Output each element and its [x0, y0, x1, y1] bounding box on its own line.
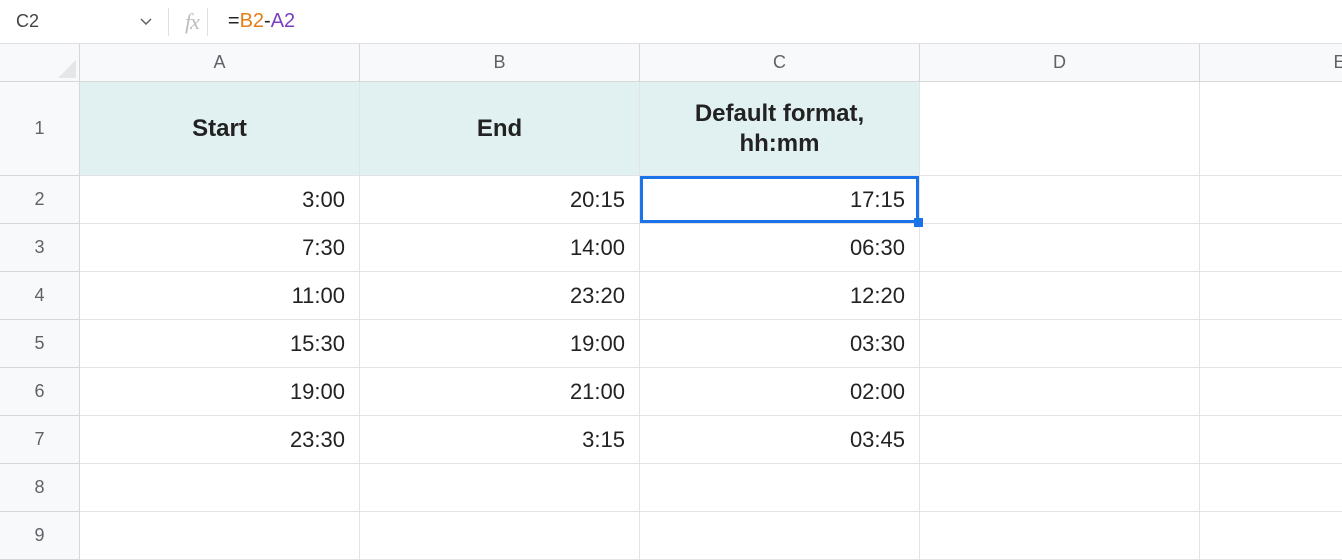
cell-d5[interactable] — [920, 320, 1200, 368]
cell-b3[interactable]: 14:00 — [360, 224, 640, 272]
row-header-1[interactable]: 1 — [0, 82, 80, 176]
cell-e8[interactable] — [1200, 464, 1342, 512]
cell-b6[interactable]: 21:00 — [360, 368, 640, 416]
cell-d2[interactable] — [920, 176, 1200, 224]
cell-d7[interactable] — [920, 416, 1200, 464]
row-header-6[interactable]: 6 — [0, 368, 80, 416]
name-box[interactable]: C2 — [12, 11, 160, 32]
row-header-8[interactable]: 8 — [0, 464, 80, 512]
formula-op: - — [264, 10, 271, 33]
cell-b8[interactable] — [360, 464, 640, 512]
cell-b9[interactable] — [360, 512, 640, 560]
cell-c9[interactable] — [640, 512, 920, 560]
cell-a5[interactable]: 15:30 — [80, 320, 360, 368]
cell-e3[interactable] — [1200, 224, 1342, 272]
formula-input[interactable]: =B2-A2 — [228, 10, 295, 33]
cell-e2[interactable] — [1200, 176, 1342, 224]
cell-d6[interactable] — [920, 368, 1200, 416]
col-header-c[interactable]: C — [640, 44, 920, 82]
col-header-a[interactable]: A — [80, 44, 360, 82]
formula-ref1: B2 — [240, 10, 264, 33]
formula-bar: C2 fx =B2-A2 — [0, 0, 1342, 44]
cell-c2-value: 17:15 — [850, 187, 905, 213]
row-header-2[interactable]: 2 — [0, 176, 80, 224]
cell-c7[interactable]: 03:45 — [640, 416, 920, 464]
cell-a2[interactable]: 3:00 — [80, 176, 360, 224]
cell-c5[interactable]: 03:30 — [640, 320, 920, 368]
col-header-b[interactable]: B — [360, 44, 640, 82]
divider — [207, 8, 208, 36]
cell-e9[interactable] — [1200, 512, 1342, 560]
cell-a6[interactable]: 19:00 — [80, 368, 360, 416]
cell-a7[interactable]: 23:30 — [80, 416, 360, 464]
cell-e5[interactable] — [1200, 320, 1342, 368]
formula-ref2: A2 — [271, 10, 295, 33]
cell-c2[interactable]: 17:15 — [640, 176, 920, 224]
select-all-corner[interactable] — [0, 44, 80, 82]
cell-e7[interactable] — [1200, 416, 1342, 464]
row-header-4[interactable]: 4 — [0, 272, 80, 320]
cell-e6[interactable] — [1200, 368, 1342, 416]
chevron-down-icon[interactable] — [140, 18, 152, 25]
divider — [168, 8, 169, 36]
cell-d1[interactable] — [920, 82, 1200, 176]
cell-c4[interactable]: 12:20 — [640, 272, 920, 320]
cell-b7[interactable]: 3:15 — [360, 416, 640, 464]
spreadsheet-grid[interactable]: A B C D E 1 Start End Default format, hh… — [0, 44, 1342, 560]
cell-b4[interactable]: 23:20 — [360, 272, 640, 320]
row-header-3[interactable]: 3 — [0, 224, 80, 272]
col-header-e[interactable]: E — [1200, 44, 1342, 82]
cell-a1[interactable]: Start — [80, 82, 360, 176]
cell-d9[interactable] — [920, 512, 1200, 560]
col-header-d[interactable]: D — [920, 44, 1200, 82]
cell-c8[interactable] — [640, 464, 920, 512]
formula-eq: = — [228, 10, 240, 33]
cell-c3[interactable]: 06:30 — [640, 224, 920, 272]
fx-icon: fx — [177, 9, 207, 35]
cell-c1[interactable]: Default format, hh:mm — [640, 82, 920, 176]
cell-b2[interactable]: 20:15 — [360, 176, 640, 224]
name-box-value: C2 — [12, 11, 39, 32]
cell-b5[interactable]: 19:00 — [360, 320, 640, 368]
row-header-7[interactable]: 7 — [0, 416, 80, 464]
cell-b1[interactable]: End — [360, 82, 640, 176]
cell-a3[interactable]: 7:30 — [80, 224, 360, 272]
cell-a8[interactable] — [80, 464, 360, 512]
cell-d3[interactable] — [920, 224, 1200, 272]
cell-e1[interactable] — [1200, 82, 1342, 176]
row-header-9[interactable]: 9 — [0, 512, 80, 560]
cell-a4[interactable]: 11:00 — [80, 272, 360, 320]
row-header-5[interactable]: 5 — [0, 320, 80, 368]
cell-e4[interactable] — [1200, 272, 1342, 320]
selection-handle[interactable] — [914, 218, 923, 227]
cell-c6[interactable]: 02:00 — [640, 368, 920, 416]
cell-d8[interactable] — [920, 464, 1200, 512]
cell-d4[interactable] — [920, 272, 1200, 320]
cell-a9[interactable] — [80, 512, 360, 560]
